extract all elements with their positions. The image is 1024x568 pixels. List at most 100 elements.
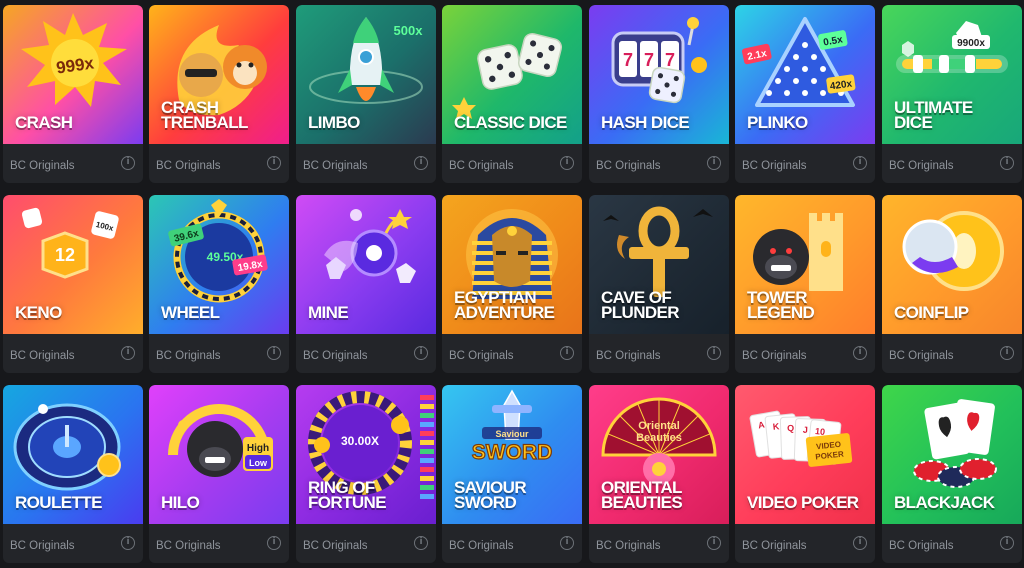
game-card-limbo[interactable]: 500x LIMBO BC Originals i xyxy=(296,5,436,183)
provider-label: BC Originals xyxy=(889,350,954,362)
game-card-footer: BC Originals i xyxy=(589,524,729,563)
info-icon[interactable]: i xyxy=(414,536,428,550)
game-card-footer: BC Originals i xyxy=(149,334,289,373)
logo-top-text: Saviour xyxy=(495,429,529,439)
info-icon[interactable]: i xyxy=(707,156,721,170)
game-title: CRASH xyxy=(15,113,73,132)
game-card-ultimatedice[interactable]: 9900x ULTIMATE DICE BC Originals i xyxy=(882,5,1022,183)
game-card-oriental[interactable]: Oriental Beauties ORIENTAL BEAUTIES BC Orig… xyxy=(589,385,729,563)
game-thumbnail[interactable]: 500x LIMBO xyxy=(296,5,436,144)
info-icon[interactable]: i xyxy=(560,346,574,360)
bar-marker xyxy=(420,404,434,409)
provider-label: BC Originals xyxy=(10,160,75,172)
reel-symbol: 7 xyxy=(665,50,675,70)
game-title: ULTIMATE DICE xyxy=(894,98,973,132)
game-card-footer: BC Originals i xyxy=(882,144,1022,183)
provider-label: BC Originals xyxy=(10,540,75,552)
game-card-footer: BC Originals i xyxy=(3,524,143,563)
tower-icon xyxy=(809,213,843,291)
game-thumbnail[interactable]: 9900x ULTIMATE DICE xyxy=(882,5,1022,144)
multiplier-badge: 500x xyxy=(394,23,424,38)
game-card-crash[interactable]: 999x CRASH BC Originals i xyxy=(3,5,143,183)
game-title: WHEEL xyxy=(161,303,220,322)
info-icon[interactable]: i xyxy=(560,536,574,550)
game-card-classicdice[interactable]: CLASSIC DICE BC Originals i xyxy=(442,5,582,183)
game-thumbnail[interactable]: CLASSIC DICE xyxy=(442,5,582,144)
game-card-footer: BC Originals i xyxy=(882,524,1022,563)
game-card-tower[interactable]: TOWER LEGEND BC Originals i xyxy=(735,195,875,373)
game-thumbnail[interactable]: EGYPTIAN ADVENTURE xyxy=(442,195,582,334)
game-thumbnail[interactable]: Oriental Beauties ORIENTAL BEAUTIES xyxy=(589,385,729,524)
info-icon[interactable]: i xyxy=(707,536,721,550)
game-thumbnail[interactable]: 12 100x KENO xyxy=(3,195,143,334)
bar-marker xyxy=(420,467,434,472)
game-card-wheel[interactable]: 39.6x 49.50x 19.8x WHEEL BC Originals i xyxy=(149,195,289,373)
die-icon xyxy=(648,66,686,104)
info-icon[interactable]: i xyxy=(414,156,428,170)
chain-icon xyxy=(617,235,629,259)
game-card-cave[interactable]: CAVE OF PLUNDER BC Originals i xyxy=(589,195,729,373)
info-icon[interactable]: i xyxy=(707,346,721,360)
game-thumbnail[interactable]: High Low HILO xyxy=(149,385,289,524)
game-card-hilo[interactable]: High Low HILO BC Originals i xyxy=(149,385,289,563)
info-icon[interactable]: i xyxy=(853,536,867,550)
game-card-roulette[interactable]: ROULETTE BC Originals i xyxy=(3,385,143,563)
game-card-coinflip[interactable]: COINFLIP BC Originals i xyxy=(882,195,1022,373)
info-icon[interactable]: i xyxy=(1000,156,1014,170)
game-thumbnail[interactable]: 39.6x 49.50x 19.8x WHEEL xyxy=(149,195,289,334)
info-icon[interactable]: i xyxy=(560,156,574,170)
game-thumbnail[interactable]: TOWER LEGEND xyxy=(735,195,875,334)
game-thumbnail[interactable]: CRASH TRENBALL xyxy=(149,5,289,144)
info-icon[interactable]: i xyxy=(414,346,428,360)
game-thumbnail[interactable]: CAVE OF PLUNDER xyxy=(589,195,729,334)
game-card-ring[interactable]: 30.00X RING OF FORTUNE BC Originals i xyxy=(296,385,436,563)
provider-label: BC Originals xyxy=(156,540,221,552)
die-icon xyxy=(477,44,523,90)
card-rank: Q xyxy=(787,423,794,433)
game-card-hashdice[interactable]: 7 7 7 HASH DICE BC Originals i xyxy=(589,5,729,183)
ankh-icon xyxy=(629,206,689,297)
info-icon[interactable]: i xyxy=(1000,346,1014,360)
provider-label: BC Originals xyxy=(449,160,514,172)
game-card-blackjack[interactable]: BLACKJACK BC Originals i xyxy=(882,385,1022,563)
info-icon[interactable]: i xyxy=(121,346,135,360)
game-thumbnail[interactable]: A K Q J 10 VIDEO POKER VIDEO POKER xyxy=(735,385,875,524)
game-thumbnail[interactable]: ROULETTE xyxy=(3,385,143,524)
game-title: COINFLIP xyxy=(894,303,969,322)
game-thumbnail[interactable]: COINFLIP xyxy=(882,195,1022,334)
game-card-trenball[interactable]: CRASH TRENBALL BC Originals i xyxy=(149,5,289,183)
hilo-high-label: High xyxy=(247,443,269,454)
game-thumbnail[interactable]: 2.1x 0.5x 420x PLINKO xyxy=(735,5,875,144)
roulette-wheel-icon xyxy=(13,403,121,491)
game-thumbnail[interactable]: 7 7 7 HASH DICE xyxy=(589,5,729,144)
info-icon[interactable]: i xyxy=(1000,536,1014,550)
game-card-videopoker[interactable]: A K Q J 10 VIDEO POKER VIDEO POKER BC Originals i xyxy=(735,385,875,563)
game-card-keno[interactable]: 12 100x KENO BC Originals i xyxy=(3,195,143,373)
game-thumbnail[interactable]: 999x CRASH xyxy=(3,5,143,144)
info-icon[interactable]: i xyxy=(853,346,867,360)
shiba-icon xyxy=(223,45,267,89)
provider-label: BC Originals xyxy=(889,540,954,552)
game-thumbnail[interactable]: Saviour SWORD SAVIOUR SWORD xyxy=(442,385,582,524)
info-icon[interactable]: i xyxy=(267,536,281,550)
info-icon[interactable]: i xyxy=(267,156,281,170)
bar-marker xyxy=(420,458,434,463)
game-thumbnail[interactable]: BLACKJACK xyxy=(882,385,1022,524)
game-card-egyptian[interactable]: EGYPTIAN ADVENTURE BC Originals i xyxy=(442,195,582,373)
info-icon[interactable]: i xyxy=(267,346,281,360)
game-card-sword[interactable]: Saviour SWORD SAVIOUR SWORD BC Originals i xyxy=(442,385,582,563)
info-icon[interactable]: i xyxy=(121,536,135,550)
game-thumbnail[interactable]: MINE xyxy=(296,195,436,334)
game-card-mine[interactable]: MINE BC Originals i xyxy=(296,195,436,373)
info-icon[interactable]: i xyxy=(853,156,867,170)
info-icon[interactable]: i xyxy=(121,156,135,170)
game-card-footer: BC Originals i xyxy=(296,524,436,563)
game-thumbnail[interactable]: 30.00X RING OF FORTUNE xyxy=(296,385,436,524)
game-card-footer: BC Originals i xyxy=(296,144,436,183)
game-card-footer: BC Originals i xyxy=(589,144,729,183)
game-card-plinko[interactable]: 2.1x 0.5x 420x PLINKO BC Originals i xyxy=(735,5,875,183)
chips-icon xyxy=(913,458,997,488)
ball-icon xyxy=(38,404,48,414)
game-title: CLASSIC DICE xyxy=(454,113,567,132)
provider-label: BC Originals xyxy=(303,350,368,362)
